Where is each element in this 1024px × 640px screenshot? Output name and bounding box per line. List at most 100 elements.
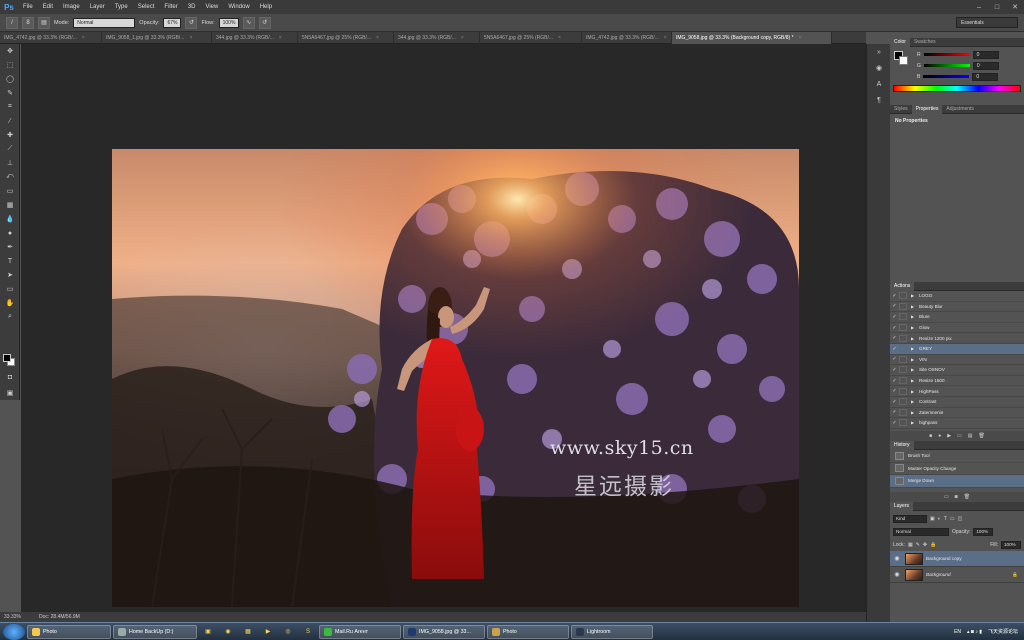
taskbar-photo[interactable]: Photo [487,624,569,639]
marquee-tool-icon[interactable]: ⬚ [0,58,20,72]
tab-history[interactable]: History [890,440,914,450]
workspace-select[interactable]: Essentials [956,17,1018,28]
expand-triangle-icon[interactable]: ▶ [911,399,919,404]
lock-pixels-icon[interactable]: ✎ [916,542,920,548]
lock-all-icon[interactable]: 🔒 [930,542,936,548]
brush-preset-icon[interactable]: / [6,16,18,29]
dialog-toggle-icon[interactable] [899,387,907,395]
eraser-tool-icon[interactable]: ▭ [0,184,20,198]
history-item[interactable]: Master Opacity Change [890,463,1024,475]
expand-triangle-icon[interactable]: ▶ [911,314,919,319]
tab-adjustments[interactable]: Adjustments [942,105,978,114]
tab-swatches[interactable]: Swatches [910,38,940,47]
doc-tab[interactable]: IMG_4742.jpg @ 33.3% (RGB/... × [582,32,672,44]
app-icon[interactable]: ◎ [279,625,297,639]
pressure-opacity-icon[interactable]: ↺ [185,16,198,29]
green-slider[interactable] [923,64,970,67]
toggle-item-check-icon[interactable]: ✓ [890,367,899,373]
minimize-icon[interactable]: – [970,0,988,14]
doc-tab[interactable]: 5N5A6467.jpg @ 25% (RGB/... × [298,32,394,44]
red-slider[interactable] [923,53,970,56]
history-item[interactable]: Merge Down [890,475,1024,488]
visibility-eye-icon[interactable]: ◉ [892,555,902,562]
dialog-toggle-icon[interactable] [899,324,907,332]
media-player-icon[interactable]: ▶ [259,625,277,639]
toggle-item-check-icon[interactable]: ✓ [890,388,899,394]
app-icon[interactable]: ▦ [239,625,257,639]
quick-select-tool-icon[interactable]: ✎ [0,86,20,100]
expand-triangle-icon[interactable]: ▶ [911,346,919,351]
document-photo[interactable]: www.sky15.cn 星远摄影 [112,149,799,607]
move-tool-icon[interactable]: ✥ [0,44,20,58]
menu-image[interactable]: Image [58,0,85,14]
dialog-toggle-icon[interactable] [899,408,907,416]
toggle-item-check-icon[interactable]: ✓ [890,356,899,362]
action-item[interactable]: ✓ ▶ HighPass [890,386,1024,397]
expand-triangle-icon[interactable]: ▶ [911,304,919,309]
new-set-icon[interactable]: ▭ [957,433,962,439]
doc-size[interactable]: Doc: 28.4M/56.9M [39,614,80,620]
menu-layer[interactable]: Layer [85,0,110,14]
explorer-icon[interactable]: ▣ [199,625,217,639]
doc-tab[interactable]: 344.jpg @ 33.3% (RGB/... × [394,32,480,44]
dialog-toggle-icon[interactable] [899,313,907,321]
layer-filter-select[interactable]: Kind [893,514,927,523]
dialog-toggle-icon[interactable] [899,366,907,374]
blue-value[interactable]: 0 [972,72,999,81]
taskbar-photoshop-doc[interactable]: IMG_9058.jpg @ 33... [403,624,485,639]
action-item[interactable]: ✓ ▶ VIN [890,355,1024,366]
dialog-toggle-icon[interactable] [899,355,907,363]
menu-file[interactable]: File [18,0,38,14]
dialog-toggle-icon[interactable] [899,345,907,353]
dodge-tool-icon[interactable]: ● [0,226,20,240]
expand-triangle-icon[interactable]: ▶ [911,367,919,372]
action-item[interactable]: ✓ ▶ LOGO [890,291,1024,302]
close-icon[interactable]: ✕ [1006,0,1024,14]
taskbar-mailru[interactable]: Mail.Ru Агент [319,624,401,639]
menu-3d[interactable]: 3D [183,0,201,14]
expand-triangle-icon[interactable]: ▶ [911,336,919,341]
airbrush-icon[interactable]: ∿ [242,16,255,29]
screen-mode-icon[interactable]: ▣ [0,386,20,400]
brush-panel-icon[interactable]: ▤ [38,16,50,29]
snapshot-icon[interactable]: ◙ [955,494,958,500]
layer-fill-field[interactable]: 100% [1001,540,1021,549]
close-tab-icon[interactable]: × [664,35,667,41]
blur-tool-icon[interactable]: 💧 [0,212,20,226]
toggle-item-check-icon[interactable]: ✓ [890,303,899,309]
dialog-toggle-icon[interactable] [899,419,907,427]
expand-triangle-icon[interactable]: ▶ [911,293,919,298]
close-tab-icon[interactable]: × [461,35,464,41]
toggle-item-check-icon[interactable]: ✓ [890,325,899,331]
maximize-icon[interactable]: □ [988,0,1006,14]
dialog-toggle-icon[interactable] [899,302,907,310]
action-item[interactable]: ✓ ▶ Site OSNOV [890,365,1024,376]
type-tool-icon[interactable]: T [0,254,20,268]
layer-opacity-field[interactable]: 100% [973,527,994,536]
doc-tab[interactable]: IMG_9058_1.jpg @ 33.3% (RGB/... × [102,32,212,44]
eyedropper-tool-icon[interactable]: ⁄ [0,114,20,128]
close-tab-icon[interactable]: × [82,35,85,41]
dialog-toggle-icon[interactable] [899,398,907,406]
pressure-size-icon[interactable]: ↺ [258,16,271,29]
menu-window[interactable]: Window [223,0,254,14]
brush-tool-icon[interactable]: ⟋ [0,142,20,156]
tab-actions[interactable]: Actions [890,281,915,291]
shape-tool-icon[interactable]: ▭ [0,282,20,296]
flow-field[interactable]: 100% [218,17,239,28]
close-tab-icon[interactable]: × [558,35,561,41]
tab-properties[interactable]: Properties [911,104,943,114]
filter-shape-icon[interactable]: ▭ [950,516,955,522]
action-item[interactable]: ✓ ▶ Contrast [890,397,1024,408]
clone-stamp-tool-icon[interactable]: ⊥ [0,156,20,170]
zoom-tool-icon[interactable]: ⌕ [0,310,20,324]
doc-tab[interactable]: 344.jpg @ 33.3% (RGB/... × [212,32,298,44]
action-item[interactable]: ✓ ▶ Blure [890,312,1024,323]
dialog-toggle-icon[interactable] [899,292,907,300]
layer-row[interactable]: ◉ Background 🔒 [890,567,1024,583]
lasso-tool-icon[interactable]: ◯ [0,72,20,86]
expand-triangle-icon[interactable]: ▶ [911,325,919,330]
expand-triangle-icon[interactable]: ▶ [911,410,919,415]
firefox-icon[interactable]: ◉ [219,625,237,639]
hand-tool-icon[interactable]: ✋ [0,296,20,310]
